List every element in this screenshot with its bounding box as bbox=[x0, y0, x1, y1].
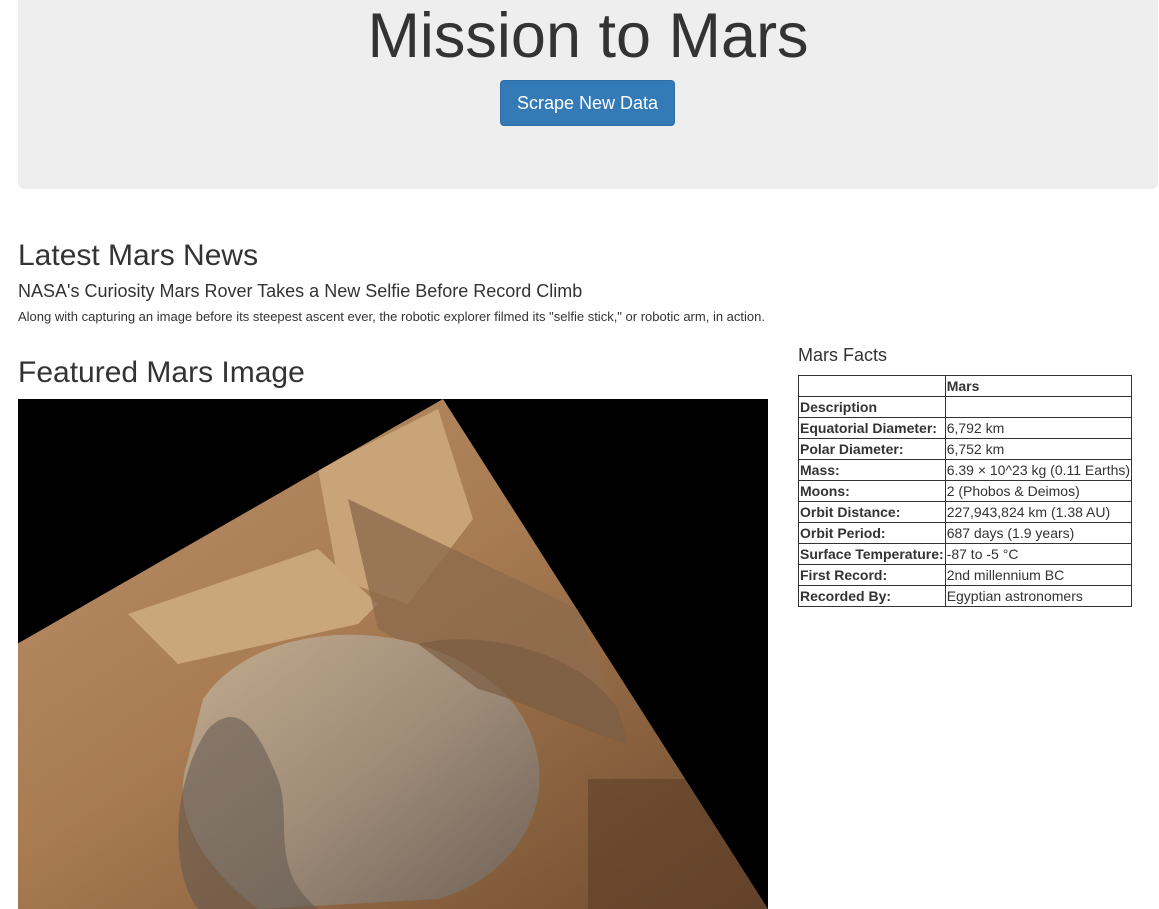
fact-value: Egyptian astronomers bbox=[944, 585, 1133, 607]
fact-label: Surface Temperature: bbox=[798, 543, 946, 565]
featured-mars-image bbox=[18, 399, 768, 909]
fact-value: 687 days (1.9 years) bbox=[944, 522, 1133, 544]
table-row: Surface Temperature: -87 to -5 °C bbox=[798, 543, 1133, 565]
news-title: NASA's Curiosity Mars Rover Takes a New … bbox=[18, 281, 583, 301]
table-row: Polar Diameter: 6,752 km bbox=[798, 438, 1133, 460]
fact-value: 227,943,824 km (1.38 AU) bbox=[944, 501, 1133, 523]
table-row: Moons: 2 (Phobos & Deimos) bbox=[798, 480, 1133, 502]
fact-value bbox=[944, 396, 1133, 418]
fact-label: Equatorial Diameter: bbox=[798, 417, 946, 439]
scrape-new-data-button[interactable]: Scrape New Data bbox=[500, 80, 675, 126]
fact-label: Polar Diameter: bbox=[798, 438, 946, 460]
facts-table-header-row: Mars bbox=[798, 375, 1133, 397]
news-teaser: Along with capturing an image before its… bbox=[18, 309, 765, 324]
fact-value: 6,792 km bbox=[944, 417, 1133, 439]
jumbotron-header: Mission to Mars Scrape New Data bbox=[18, 0, 1158, 189]
mars-facts-heading: Mars Facts bbox=[798, 345, 888, 365]
table-row: Description bbox=[798, 396, 1133, 418]
fact-label: Moons: bbox=[798, 480, 946, 502]
latest-news-heading: Latest Mars News bbox=[18, 239, 259, 272]
table-row: Orbit Distance: 227,943,824 km (1.38 AU) bbox=[798, 501, 1133, 523]
fact-value: 6,752 km bbox=[944, 438, 1133, 460]
table-row: Recorded By: Egyptian astronomers bbox=[798, 585, 1133, 607]
table-row: Equatorial Diameter: 6,792 km bbox=[798, 417, 1133, 439]
fact-label: Orbit Period: bbox=[798, 522, 946, 544]
table-row: First Record: 2nd millennium BC bbox=[798, 564, 1133, 586]
fact-label: Mass: bbox=[798, 459, 946, 481]
fact-label: Description bbox=[798, 396, 946, 418]
fact-label: First Record: bbox=[798, 564, 946, 586]
featured-image-heading: Featured Mars Image bbox=[18, 356, 305, 389]
mars-facts-table: Mars Description Equatorial Diameter: 6,… bbox=[798, 375, 1133, 607]
fact-value: 2nd millennium BC bbox=[944, 564, 1133, 586]
facts-header-mars: Mars bbox=[944, 375, 1133, 397]
page-title: Mission to Mars bbox=[367, 1, 809, 71]
table-row: Mass: 6.39 × 10^23 kg (0.11 Earths) bbox=[798, 459, 1133, 481]
fact-value: 6.39 × 10^23 kg (0.11 Earths) bbox=[944, 459, 1133, 481]
fact-value: 2 (Phobos & Deimos) bbox=[944, 480, 1133, 502]
fact-value: -87 to -5 °C bbox=[944, 543, 1133, 565]
facts-header-empty bbox=[798, 375, 946, 397]
fact-label: Orbit Distance: bbox=[798, 501, 946, 523]
table-row: Orbit Period: 687 days (1.9 years) bbox=[798, 522, 1133, 544]
fact-label: Recorded By: bbox=[798, 585, 946, 607]
